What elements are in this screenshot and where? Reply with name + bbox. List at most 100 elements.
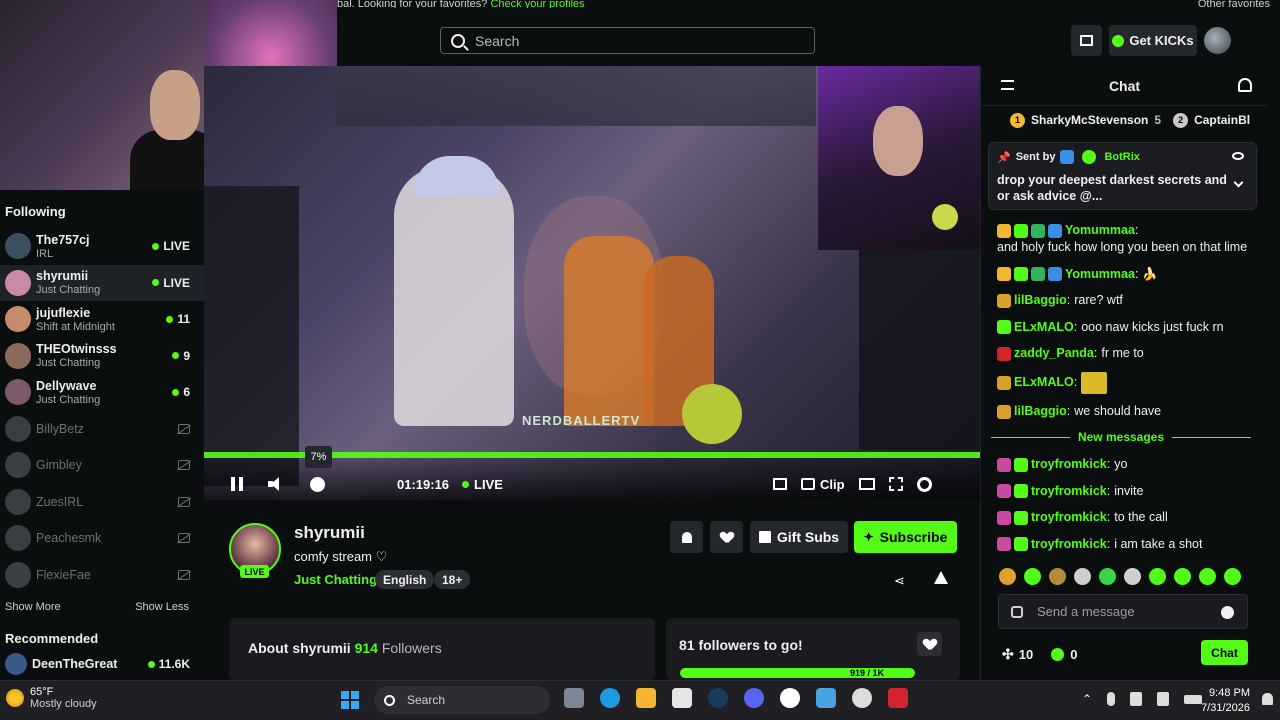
- emote-icon[interactable]: [1174, 568, 1191, 585]
- weather-widget[interactable]: 65°F Mostly cloudy: [6, 686, 97, 710]
- chat-message[interactable]: zaddy_Panda: fr me to: [997, 345, 1259, 362]
- user-avatar[interactable]: [1204, 27, 1231, 54]
- chat-message[interactable]: troyfromkick: to the call: [997, 509, 1259, 526]
- taskbar-search[interactable]: Search: [374, 686, 550, 714]
- emote-icon[interactable]: [1024, 568, 1041, 585]
- sidebar-item-theotwinsss[interactable]: THEOtwinsss Just Chatting 9: [0, 338, 204, 375]
- chat-message[interactable]: lilBaggio: we should have: [997, 403, 1259, 420]
- chat-username[interactable]: troyfromkick: [1031, 456, 1107, 473]
- live-indicator[interactable]: LIVE: [462, 470, 503, 498]
- chat-input[interactable]: [1037, 604, 1217, 619]
- notification-bell-icon[interactable]: [1262, 693, 1273, 705]
- fullscreen-icon[interactable]: [888, 477, 903, 491]
- chat-message[interactable]: ELxMALO:: [997, 371, 1259, 394]
- steam-icon[interactable]: [708, 688, 728, 708]
- sidebar-item-dellywave[interactable]: Dellywave Just Chatting 6: [0, 374, 204, 411]
- chat-input-box[interactable]: [998, 594, 1248, 629]
- sidebar-item-billybetz[interactable]: BillyBetz: [0, 411, 204, 448]
- chatgpt-icon[interactable]: [780, 688, 800, 708]
- edge-icon[interactable]: [600, 688, 620, 708]
- volume-button[interactable]: [268, 470, 284, 498]
- emote-icon[interactable]: [1049, 568, 1066, 585]
- points-value[interactable]: 10: [1019, 647, 1033, 662]
- volume-slider-handle[interactable]: [310, 477, 325, 492]
- promo-link[interactable]: Check your profiles: [490, 0, 584, 8]
- goal-follow-button[interactable]: [917, 632, 942, 656]
- chat-username[interactable]: lilBaggio: [1014, 292, 1067, 309]
- start-button[interactable]: [341, 691, 359, 709]
- chat-username[interactable]: ELxMALO: [1014, 374, 1074, 391]
- chat-message[interactable]: ELxMALO: ooo naw kicks just fuck rn: [997, 319, 1259, 336]
- chat-username[interactable]: ELxMALO: [1014, 319, 1074, 336]
- sidebar-item-flexiefae[interactable]: FlexieFae: [0, 557, 204, 594]
- store-icon[interactable]: [672, 688, 692, 708]
- tag-english[interactable]: English: [375, 570, 435, 589]
- chevron-down-icon[interactable]: [1233, 177, 1244, 188]
- collapse-chat-icon[interactable]: [1001, 80, 1014, 90]
- chat-username[interactable]: troyfromkick: [1031, 536, 1107, 553]
- chat-username[interactable]: Yomummaa: [1065, 266, 1135, 283]
- emote-icon[interactable]: [1074, 568, 1091, 585]
- chat-username[interactable]: troyfromkick: [1031, 509, 1107, 526]
- chat-message[interactable]: troyfromkick: yo: [997, 456, 1259, 473]
- chat-message[interactable]: troyfromkick: invite: [997, 483, 1259, 500]
- emote-icon[interactable]: [1099, 568, 1116, 585]
- gift-subs-button[interactable]: Gift Subs: [750, 521, 848, 553]
- miniplayer-icon[interactable]: [773, 478, 787, 490]
- sidebar-item-shyrumii[interactable]: shyrumii Just Chatting LIVE: [0, 264, 204, 301]
- tag-18plus[interactable]: 18+: [434, 570, 471, 589]
- search-input[interactable]: [475, 32, 795, 49]
- browse-button[interactable]: [1071, 25, 1102, 56]
- show-less-button[interactable]: Show Less: [135, 601, 189, 625]
- search-bar[interactable]: [440, 27, 815, 54]
- show-more-button[interactable]: Show More: [5, 601, 61, 625]
- sidebar-item-peachesmk[interactable]: Peachesmk: [0, 520, 204, 557]
- chat-message[interactable]: troyfromkick: i am take a shot: [997, 536, 1259, 553]
- pause-button[interactable]: [231, 470, 245, 498]
- emoji-icon[interactable]: [1221, 606, 1234, 619]
- chat-username[interactable]: troyfromkick: [1031, 483, 1107, 500]
- report-icon[interactable]: [934, 571, 948, 584]
- stream-category[interactable]: Just Chatting: [294, 572, 377, 587]
- file-explorer-icon[interactable]: [636, 688, 656, 708]
- sidebar-item-gimbley[interactable]: Gimbley: [0, 447, 204, 484]
- chat-username[interactable]: zaddy_Panda: [1014, 345, 1094, 362]
- video-player[interactable]: NERDBALLERTV: [204, 66, 980, 500]
- chat-username[interactable]: Yomummaa: [1065, 222, 1135, 239]
- share-icon[interactable]: ⋖: [894, 573, 905, 589]
- obs-icon[interactable]: [852, 688, 872, 708]
- emote-icon[interactable]: [1124, 568, 1141, 585]
- chat-message[interactable]: Yomummaa: 🍌: [997, 266, 1259, 283]
- pinned-sender[interactable]: BotRix: [1104, 151, 1139, 163]
- leaderboard-name[interactable]: CaptainBl: [1194, 113, 1250, 127]
- sidebar-item-deenthegreat[interactable]: DeenTheGreat 11.6K: [0, 651, 204, 677]
- shield-icon[interactable]: [1011, 606, 1023, 618]
- kicks-value[interactable]: 0: [1070, 647, 1077, 662]
- settings-gear-icon[interactable]: [916, 476, 932, 492]
- theater-mode-icon[interactable]: [858, 478, 875, 490]
- chat-users-icon[interactable]: [1238, 78, 1252, 92]
- get-kicks-button[interactable]: Get KICKs: [1109, 25, 1197, 56]
- chat-message[interactable]: lilBaggio: rare? wtf: [997, 292, 1259, 309]
- send-chat-button[interactable]: Chat: [1201, 640, 1248, 665]
- emote-icon[interactable]: [999, 568, 1016, 585]
- unpin-icon[interactable]: [1232, 152, 1244, 160]
- emote-icon[interactable]: [1224, 568, 1241, 585]
- chat-message[interactable]: Yomummaa: and holy fuck how long you been…: [997, 222, 1259, 256]
- notifications-button[interactable]: [670, 521, 703, 553]
- clip-button[interactable]: Clip: [801, 477, 845, 492]
- leaderboard-name[interactable]: SharkyMcStevenson: [1031, 113, 1148, 127]
- other-favorites[interactable]: Other favorites: [1198, 0, 1270, 8]
- sidebar-item-the757cj[interactable]: The757cj IRL LIVE: [0, 228, 204, 265]
- task-view-icon[interactable]: [564, 688, 584, 708]
- sidebar-item-zuesirl[interactable]: ZuesIRL: [0, 484, 204, 521]
- taskbar-clock[interactable]: 9:48 PM 7/31/2026: [1200, 686, 1250, 716]
- microphone-icon[interactable]: [1107, 692, 1116, 706]
- new-messages-divider[interactable]: New messages: [991, 430, 1251, 444]
- wifi-icon[interactable]: [1130, 692, 1143, 706]
- app-icon[interactable]: [816, 688, 836, 708]
- discord-icon[interactable]: [744, 688, 764, 708]
- volume-icon[interactable]: [1157, 692, 1170, 706]
- emote-icon[interactable]: [1199, 568, 1216, 585]
- chat-username[interactable]: lilBaggio: [1014, 403, 1067, 420]
